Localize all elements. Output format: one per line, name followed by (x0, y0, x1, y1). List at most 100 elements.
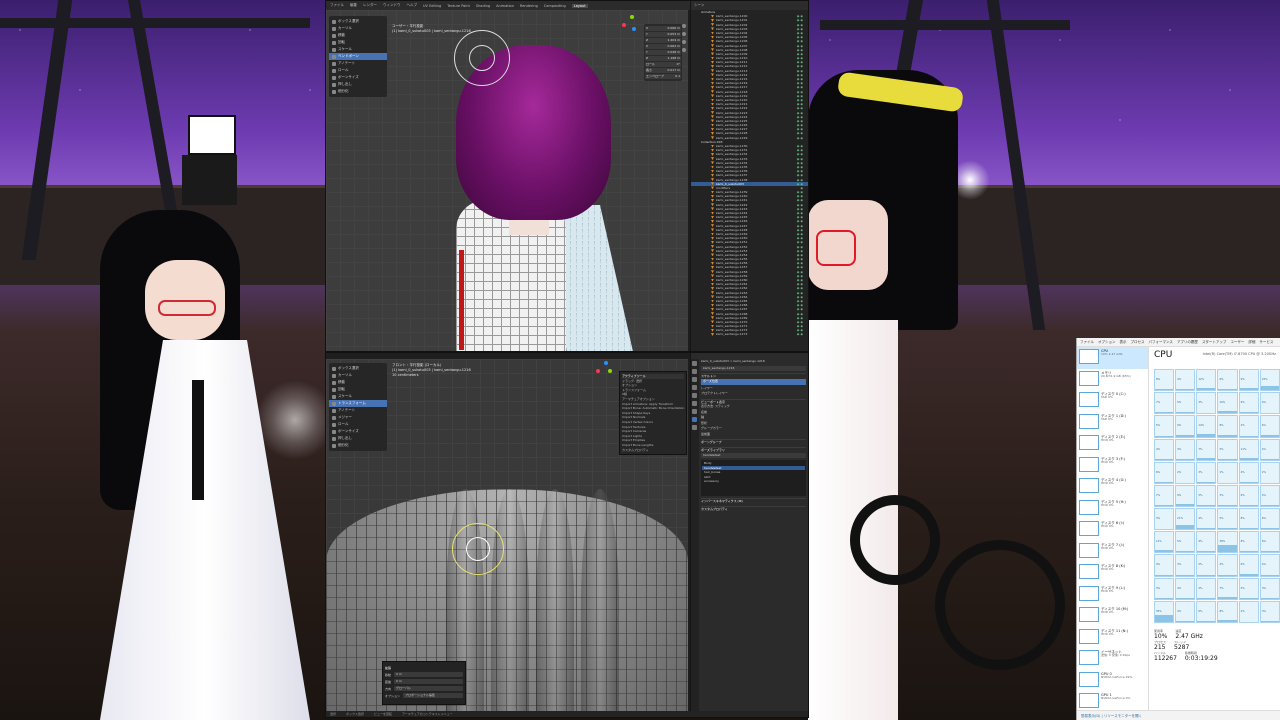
y-axis-handle[interactable] (608, 369, 612, 373)
tool-button[interactable]: 押し出し (329, 81, 387, 88)
property-line[interactable]: kami_sentangu.1216 (701, 365, 806, 371)
transform-field[interactable]: ロール 0° (645, 62, 681, 67)
transform-field[interactable]: X 0.066 m (645, 26, 681, 31)
outliner-row[interactable]: kami_sentangu.1273 ◉◉ (691, 332, 808, 336)
tm-menu-item[interactable]: サービス (1259, 340, 1273, 345)
3d-viewport[interactable]: ボックス選択 カーソル 移動 回転 スケール ベンドボーン アノテート ロール ボーンサイズ 押し… (326, 10, 688, 351)
object-tab-icon[interactable] (692, 401, 697, 406)
tool-button[interactable]: ボックス選択 (329, 18, 387, 25)
menu-item[interactable]: Compositing (544, 4, 566, 8)
scene-tab-icon[interactable] (692, 385, 697, 390)
tool-button[interactable]: ボックス選択 (329, 365, 387, 372)
tool-button[interactable]: 細分化 (329, 88, 387, 95)
resource-item[interactable]: ディスク 3 (F:) HDD 0% (1077, 455, 1148, 477)
tool-tab-icon[interactable] (692, 361, 697, 366)
resource-item[interactable]: ディスク 2 (E:) HDD 0% (1077, 433, 1148, 455)
property-line[interactable]: ポーズライブラリ (701, 446, 806, 453)
menu-item[interactable]: Texture Paint (447, 4, 470, 8)
bone-group-item[interactable]: accessory (702, 479, 805, 484)
y-axis-handle[interactable] (630, 15, 634, 19)
pan-icon[interactable] (682, 32, 686, 36)
transform-field[interactable]: Z 1.198 m (645, 56, 681, 61)
property-section[interactable]: インバースキネマティクス (IK) (701, 498, 806, 504)
tm-menu-item[interactable]: パフォーマンス (1149, 340, 1173, 345)
tool-button[interactable]: 回転 (329, 39, 387, 46)
transform-field[interactable]: Z 1.204 m (645, 38, 681, 43)
resource-item[interactable]: イーサネット 送信: 0 受信: 0 Kbps (1077, 648, 1148, 670)
resource-item[interactable]: ディスク 5 (H:) HDD 0% (1077, 498, 1148, 520)
tool-button[interactable]: ベンドボーン (329, 53, 387, 60)
transform-field[interactable]: エンベロープ 0.1 (645, 74, 681, 79)
resource-item[interactable]: ディスク 1 (D:) SSD 0% (1077, 412, 1148, 434)
transform-field[interactable]: Y 0.048 m (645, 50, 681, 55)
rotate-gizmo-inner[interactable] (469, 45, 495, 71)
tool-button[interactable]: スケール (329, 393, 387, 400)
menu-item[interactable]: Animation (496, 4, 514, 8)
x-axis-handle[interactable] (596, 369, 600, 373)
property-line[interactable]: スケルトン (701, 372, 806, 379)
menu-item[interactable]: Rendering (520, 4, 538, 8)
menu-item[interactable]: UV Editing (423, 4, 441, 8)
tm-menu-item[interactable]: オプション (1098, 340, 1116, 345)
tool-button[interactable]: 移動 (329, 379, 387, 386)
tool-button[interactable]: アノテート (329, 60, 387, 67)
tm-menu-item[interactable]: 表示 (1120, 340, 1127, 345)
menu-item[interactable]: Shading (476, 4, 490, 8)
tm-menu-item[interactable]: アプリの履歴 (1177, 340, 1198, 345)
tm-menu-item[interactable]: プロセス (1131, 340, 1145, 345)
tool-button[interactable]: 押し出し (329, 435, 387, 442)
resource-item[interactable]: ディスク 0 (C:) SSD 0% (1077, 390, 1148, 412)
transform-field[interactable]: 長さ 0.017 m (645, 68, 681, 73)
tool-button[interactable]: ボーンサイズ (329, 74, 387, 81)
redo-field[interactable]: 0 m (394, 672, 463, 677)
x-axis-handle[interactable] (622, 23, 626, 27)
tool-button[interactable]: 移動 (329, 32, 387, 39)
tool-button[interactable]: ロール (329, 421, 387, 428)
property-line[interactable]: ポーズ位置 (701, 379, 806, 385)
z-axis-handle[interactable] (632, 27, 636, 31)
tm-menu-item[interactable]: 詳細 (1248, 340, 1255, 345)
tool-button[interactable]: ボーンサイズ (329, 428, 387, 435)
navigation-gizmo[interactable] (596, 361, 616, 381)
popover-row[interactable]: カスタムプロパティ (622, 448, 684, 453)
property-line[interactable]: ボーングループ (701, 439, 806, 445)
zoom-icon[interactable] (682, 24, 686, 28)
tm-menu-item[interactable]: スタートアップ (1202, 340, 1227, 345)
tool-button[interactable]: スケール (329, 46, 387, 53)
armature-tab-icon[interactable] (692, 417, 697, 422)
tool-button[interactable]: ロール (329, 67, 387, 74)
task-manager-footer[interactable]: 簡易表示(D) | リソースモニターを開く (1077, 710, 1280, 720)
resource-item[interactable]: ディスク 11 (N:) HDD 0% (1077, 627, 1148, 649)
bone-tab-icon[interactable] (692, 425, 697, 430)
skirt-mesh[interactable] (326, 489, 688, 717)
3d-viewport[interactable]: ボックス選択 カーソル 移動 回転 スケール トランスフォーム アノテート メジャー ロール ボー… (326, 359, 688, 717)
menu-item[interactable]: ウィンドウ (383, 3, 401, 8)
menu-item[interactable]: レンダー (363, 3, 377, 8)
tool-button[interactable]: カーソル (329, 372, 387, 379)
camera-icon[interactable] (682, 40, 686, 44)
modifier-tab-icon[interactable] (692, 409, 697, 414)
menu-item[interactable]: ヘルプ (407, 3, 418, 8)
property-line[interactable]: 最前面 (701, 432, 806, 438)
tm-menu-item[interactable]: ファイル (1080, 340, 1094, 345)
resource-item[interactable]: ディスク 8 (K:) HDD 0% (1077, 562, 1148, 584)
resource-item[interactable]: ディスク 10 (M:) HDD 0% (1077, 605, 1148, 627)
rotate-gizmo-inner[interactable] (466, 537, 490, 561)
navigation-gizmo[interactable] (622, 15, 642, 35)
menu-item[interactable]: 編集 (350, 3, 357, 8)
resource-item[interactable]: ディスク 9 (L:) HDD 0% (1077, 584, 1148, 606)
tm-menu-item[interactable]: ユーザー (1230, 340, 1244, 345)
property-line[interactable]: hands&feet (701, 453, 806, 458)
redo-field[interactable]: プロポーショナル編集 (403, 693, 463, 698)
render-tab-icon[interactable] (692, 369, 697, 374)
redo-field[interactable]: グローバル (394, 686, 463, 691)
world-tab-icon[interactable] (692, 393, 697, 398)
resource-item[interactable]: GPU 0 NVIDIA GeForce 29% (1077, 670, 1148, 692)
property-section[interactable]: カスタムプロパティ (701, 505, 806, 512)
menu-item[interactable]: ファイル (330, 3, 344, 8)
visibility-icon[interactable]: ◉◉ (797, 332, 804, 336)
perspective-icon[interactable] (682, 48, 686, 52)
resource-item[interactable]: ディスク 6 (I:) HDD 0% (1077, 519, 1148, 541)
tool-button[interactable]: 回転 (329, 386, 387, 393)
transform-field[interactable]: X 0.062 m (645, 44, 681, 49)
